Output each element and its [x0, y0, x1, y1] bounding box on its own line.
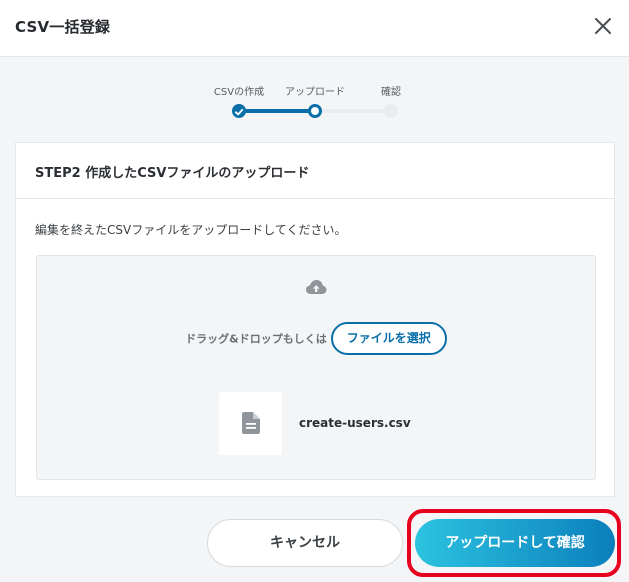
upload-description: 編集を終えたCSVファイルをアップロードしてください。 — [35, 223, 347, 237]
stepper-progress — [239, 109, 315, 113]
upload-confirm-button[interactable]: アップロードして確認 — [415, 519, 615, 567]
file-dropzone[interactable]: ドラッグ&ドロップもしくは ファイルを選択 create-users.csv — [36, 255, 596, 480]
drop-instruction: ドラッグ&ドロップもしくは — [185, 332, 327, 346]
step-label-create: CSVの作成 — [213, 87, 265, 98]
dialog-header: CSV一括登録 — [0, 0, 629, 57]
step-current-dot — [308, 104, 322, 118]
step-todo-dot — [384, 104, 398, 118]
dialog-title: CSV一括登録 — [15, 18, 111, 36]
step-label-confirm: 確認 — [381, 87, 401, 98]
close-icon[interactable] — [591, 14, 615, 38]
file-thumbnail — [219, 392, 282, 455]
step-label-upload: アップロード — [285, 87, 345, 98]
file-name: create-users.csv — [299, 416, 411, 430]
drop-row: ドラッグ&ドロップもしくは ファイルを選択 — [37, 322, 595, 356]
progress-stepper: CSVの作成 アップロード 確認 — [0, 80, 629, 124]
file-icon — [242, 412, 260, 434]
step-done-check-icon — [232, 104, 246, 118]
card-heading: STEP2 作成したCSVファイルのアップロード — [16, 143, 614, 199]
cloud-upload-icon — [306, 280, 327, 294]
cancel-button[interactable]: キャンセル — [207, 519, 403, 567]
upload-card: STEP2 作成したCSVファイルのアップロード 編集を終えたCSVファイルをア… — [15, 142, 615, 497]
select-file-button[interactable]: ファイルを選択 — [330, 322, 447, 355]
